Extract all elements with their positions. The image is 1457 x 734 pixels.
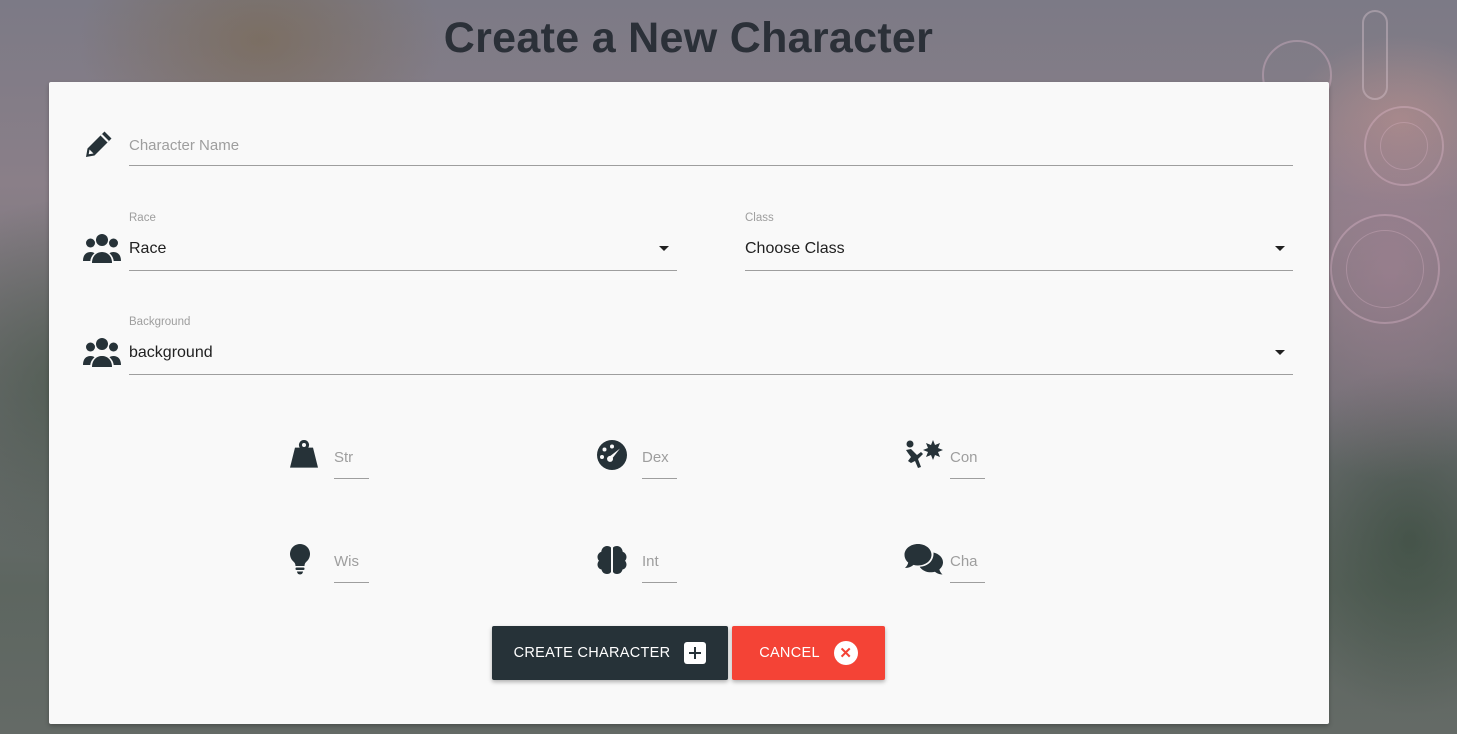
str-placeholder: Str [334,449,354,466]
con-input[interactable]: Con [950,440,985,479]
caret-down-icon [1275,246,1285,251]
comments-icon [904,543,944,575]
close-circle-icon: ✕ [833,641,858,665]
character-name-field[interactable]: Character Name [129,128,1293,166]
character-name-placeholder: Character Name [129,137,240,154]
class-value: Choose Class [745,240,845,257]
person-falling-burst-icon [904,438,944,470]
dex-placeholder: Dex [642,449,669,466]
wis-input[interactable]: Wis [334,544,369,583]
caret-down-icon [659,246,669,251]
field-underline [129,270,677,271]
field-underline [950,582,985,583]
class-select[interactable]: Class Choose Class [745,212,1293,271]
field-underline [334,478,369,479]
field-underline [129,374,1293,375]
race-label: Race [129,212,156,224]
background-value: background [129,344,213,361]
field-underline [129,165,1293,166]
field-underline [334,582,369,583]
cha-input[interactable]: Cha [950,544,985,583]
int-placeholder: Int [642,553,659,570]
str-input[interactable]: Str [334,440,369,479]
background-select[interactable]: Background background [129,316,1293,375]
cancel-button[interactable]: CANCEL ✕ [732,626,885,680]
con-placeholder: Con [950,449,978,466]
lightbulb-icon [288,543,312,575]
users-icon [83,231,121,265]
character-form-card: Character Name Race Race Class Choose Cl… [49,82,1329,724]
pencil-icon [83,128,115,160]
race-select[interactable]: Race Race [129,212,677,271]
weight-icon [288,438,320,470]
create-character-label: CREATE CHARACTER [513,645,671,661]
tachometer-icon [596,439,628,471]
users-icon [83,335,121,369]
dex-input[interactable]: Dex [642,440,677,479]
field-underline [642,582,677,583]
create-character-button[interactable]: CREATE CHARACTER [492,626,728,680]
cancel-label: CANCEL [759,645,820,661]
magic-circle-decoration [1330,214,1440,324]
int-input[interactable]: Int [642,544,677,583]
field-underline [745,270,1293,271]
field-underline [642,478,677,479]
background-label: Background [129,316,191,328]
wis-placeholder: Wis [334,553,359,570]
caret-down-icon [1275,350,1285,355]
page-title: Create a New Character [443,14,934,62]
magic-circle-decoration [1364,106,1444,186]
plus-square-icon [684,642,707,664]
class-label: Class [745,212,774,224]
race-value: Race [129,240,167,257]
brain-icon [596,543,628,575]
field-underline [950,478,985,479]
cha-placeholder: Cha [950,553,978,570]
